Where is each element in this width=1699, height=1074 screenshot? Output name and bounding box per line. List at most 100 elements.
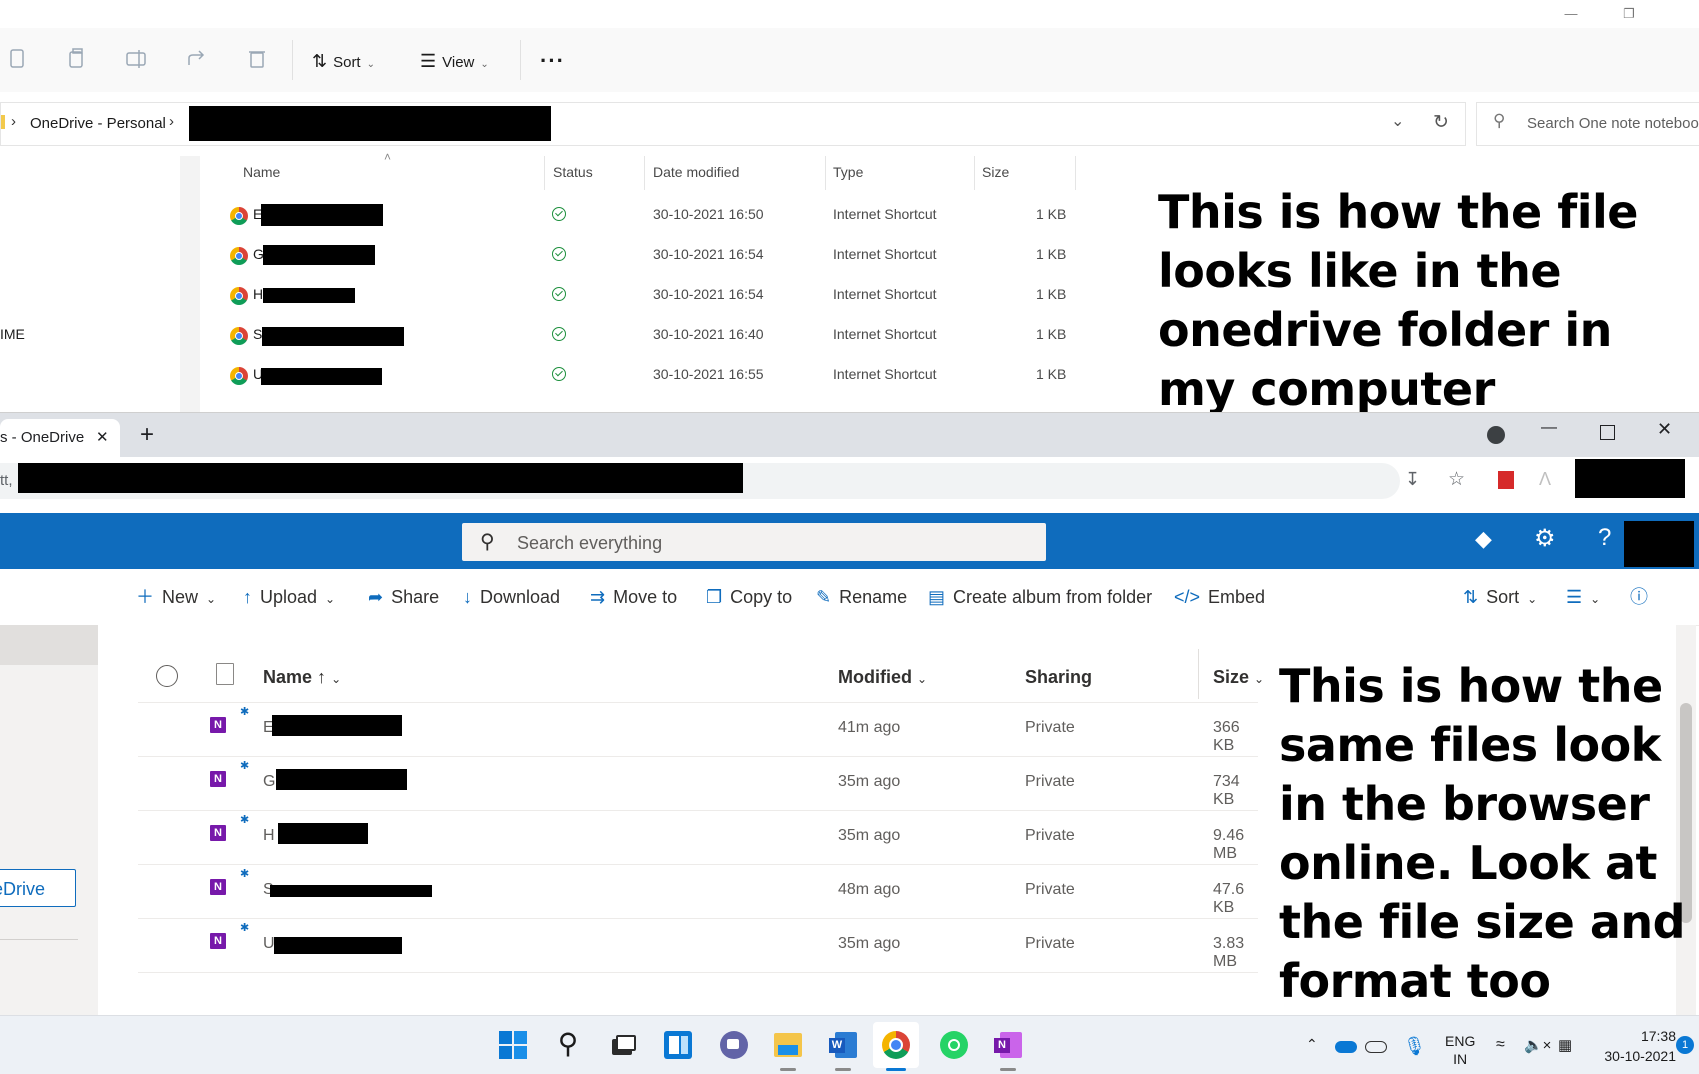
redacted-file-name [261,204,383,226]
annotation-explorer: This is how the file looks like in the o… [1158,183,1639,419]
whatsapp-icon[interactable] [938,1029,970,1061]
column-header-sharing[interactable]: Sharing [1025,667,1092,688]
info-pane-button[interactable]: ⓘ [1630,569,1656,625]
chrome-icon[interactable] [880,1029,912,1061]
share-button[interactable]: ➦ Share [368,569,439,625]
column-header-size[interactable]: Size ⌄ [1213,667,1264,688]
minimize-icon[interactable]: — [1541,419,1557,437]
nav-item-label[interactable]: IME [0,326,25,342]
file-row[interactable]: S 30-10-2021 16:40 Internet Shortcut 1 K… [200,316,1080,356]
teams-chat-icon[interactable] [718,1029,750,1061]
breadcrumb-onedrive-personal[interactable]: OneDrive - Personal [30,115,166,132]
input-language[interactable]: ENG IN [1445,1032,1475,1068]
onenote-taskbar-icon[interactable]: N [992,1029,1024,1061]
browser-tab-onedrive[interactable]: s - OneDrive ✕ [0,419,120,457]
notification-badge[interactable]: 1 [1676,1036,1694,1054]
redacted-file-name [274,937,402,954]
bookmark-star-icon[interactable]: ☆ [1448,468,1465,491]
copy-icon[interactable] [64,46,90,72]
file-row[interactable]: G 30-10-2021 16:54 Internet Shortcut 1 K… [200,236,1080,276]
select-all-circle[interactable] [156,665,178,687]
start-windows-icon[interactable] [497,1029,529,1061]
address-bar[interactable]: › OneDrive - Personal › ⌄ ↻ [0,102,1466,146]
rename-button[interactable]: ✎ Rename [816,569,907,625]
show-hidden-icons-chevron[interactable]: ⌃ [1306,1036,1318,1053]
list-item[interactable]: N ✱ G 35m ago Private 734 KB [138,757,1258,811]
tab-search-icon[interactable] [1487,426,1505,444]
chevron-down-icon[interactable]: ⌄ [1391,111,1404,131]
rename-icon[interactable] [124,46,150,72]
move-to-icon: ⇉ [590,587,606,607]
column-header-name[interactable]: Name [243,164,280,180]
get-onedrive-button[interactable]: eDrive [0,869,76,907]
embed-button[interactable]: </> Embed [1174,569,1265,625]
annotation-line: online. Look at [1279,836,1657,890]
list-item[interactable]: N ✱ U 35m ago Private 3.83 MB [138,919,1258,973]
install-app-icon[interactable]: ↧ [1405,469,1420,490]
restore-icon[interactable]: ❐ [1606,0,1652,28]
download-button[interactable]: ↓ Download [463,569,560,625]
copy-to-button[interactable]: ❐ Copy to [706,569,792,625]
premium-diamond-icon[interactable]: ◆ [1475,526,1492,552]
left-nav-selected-item[interactable] [0,625,98,665]
column-header-date-modified[interactable]: Date modified [653,164,739,180]
list-item[interactable]: N ✱ H 35m ago Private 9.46 MB [138,811,1258,865]
share-icon[interactable] [184,46,210,72]
annotation-line: my computer [1158,362,1495,416]
move-to-button[interactable]: ⇉ Move to [590,569,677,625]
cut-icon[interactable] [4,46,30,72]
close-tab-icon[interactable]: ✕ [96,428,109,446]
syncing-spinner-icon: ✱ [240,868,250,880]
view-button[interactable]: ☰ View ⌄ [420,48,489,74]
file-row[interactable]: E 30-10-2021 16:50 Internet Shortcut 1 K… [200,196,1080,236]
column-divider [1198,649,1199,699]
battery-icon[interactable]: ▦ [1558,1036,1572,1054]
column-header-name[interactable]: Name ↑ ⌄ [263,667,341,688]
more-options-button[interactable]: ··· [540,48,565,74]
minimize-icon[interactable]: — [1548,0,1594,28]
maximize-icon[interactable] [1600,425,1615,440]
file-row[interactable]: H 30-10-2021 16:54 Internet Shortcut 1 K… [200,276,1080,316]
close-window-icon[interactable]: ✕ [1657,419,1672,440]
create-album-button[interactable]: ▤ Create album from folder [928,569,1152,625]
widgets-icon[interactable] [662,1029,694,1061]
task-view-icon[interactable] [606,1029,638,1061]
clock[interactable]: 17:38 30-10-2021 [1596,1026,1676,1066]
extension-icon[interactable]: Λ [1539,469,1551,490]
extension-icon[interactable] [1498,471,1514,489]
redacted-file-name [261,368,382,385]
word-icon[interactable]: W [827,1029,859,1061]
explorer-search-box[interactable]: ⚲ Search One note noteboo [1476,102,1699,146]
column-header-modified[interactable]: Modified ⌄ [838,667,927,688]
new-tab-button[interactable]: + [140,421,154,449]
microphone-icon[interactable]: 🎙 [1403,1036,1426,1057]
onedrive-search-box[interactable]: ⚲ Search everything [462,523,1046,561]
redacted-file-name [278,823,368,844]
upload-button[interactable]: ↑ Upload ⌄ [243,569,335,625]
browser-window: s - OneDrive ✕ + — ✕ tt, ↧ ☆ Λ ⚲ Search … [0,412,1699,1016]
sort-button[interactable]: ⇅ Sort ⌄ [1463,569,1537,625]
search-icon[interactable]: ⚲ [552,1029,584,1061]
view-options-button[interactable]: ☰ ⌄ [1566,569,1600,625]
column-header-status[interactable]: Status [553,164,593,180]
redacted-url [18,463,743,493]
sort-button[interactable]: ⇅ Sort ⌄ [312,48,375,74]
file-name: H [253,286,264,302]
onedrive-personal-cloud-icon[interactable] [1365,1041,1387,1053]
wifi-icon[interactable]: ≈ [1496,1036,1505,1054]
url-bar[interactable]: tt, ↧ ☆ [0,463,1465,499]
file-explorer-icon[interactable] [772,1029,804,1061]
onedrive-cloud-icon[interactable] [1335,1041,1357,1053]
file-row[interactable]: U 30-10-2021 16:55 Internet Shortcut 1 K… [200,356,1080,396]
settings-gear-icon[interactable]: ⚙ [1534,524,1556,553]
list-item[interactable]: N ✱ E 41m ago Private 366 KB [138,703,1258,757]
column-header-type[interactable]: Type [833,164,863,180]
help-icon[interactable]: ? [1598,524,1611,552]
column-header-size[interactable]: Size [982,164,1009,180]
column-header-sharing-label: Sharing [1025,667,1093,687]
speaker-muted-icon[interactable]: 🔈× [1524,1036,1551,1054]
list-item[interactable]: N ✱ S 48m ago Private 47.6 KB [138,865,1258,919]
new-button[interactable]: ＋ New ⌄ [136,569,216,625]
refresh-icon[interactable]: ↻ [1433,111,1449,134]
delete-icon[interactable] [244,46,270,72]
